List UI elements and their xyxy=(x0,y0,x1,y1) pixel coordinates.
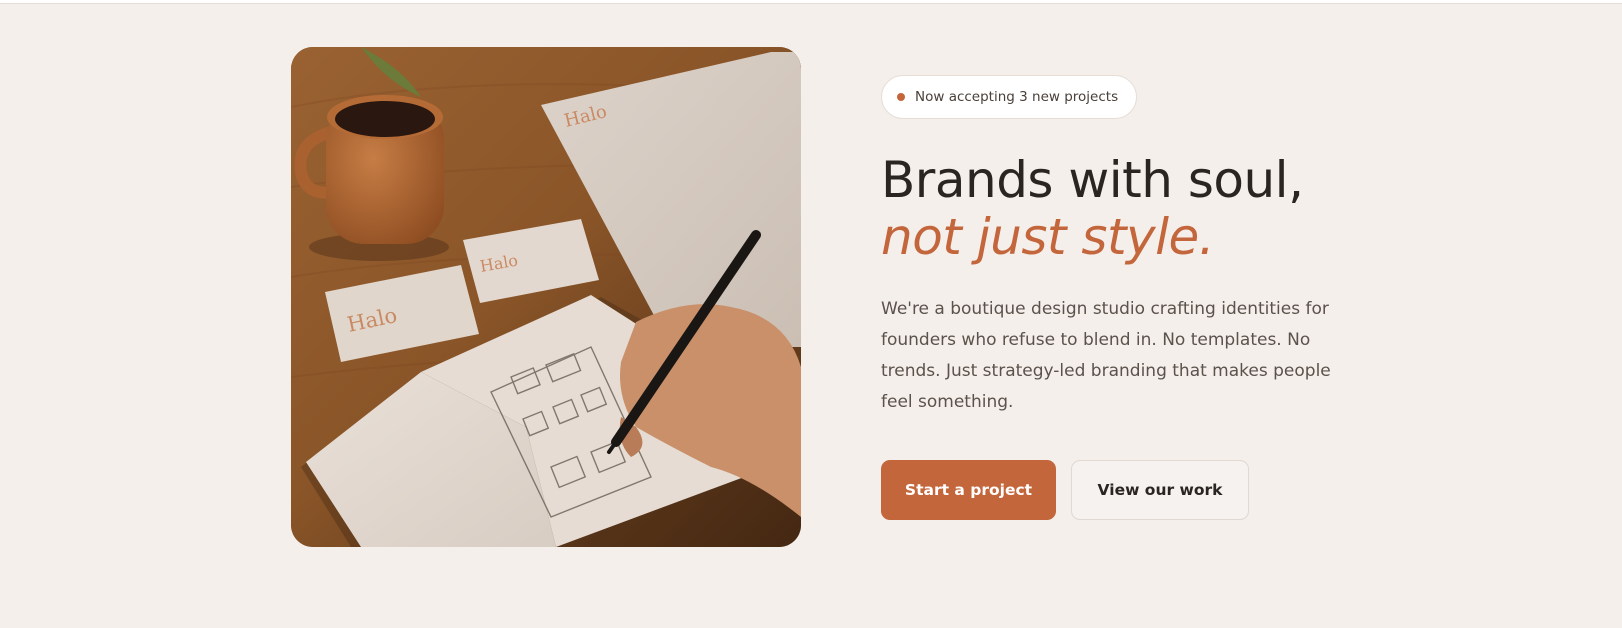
hero-title-line1: Brands with soul, xyxy=(881,151,1304,209)
hero-title: Brands with soul, not just style. xyxy=(881,152,1401,266)
availability-badge: Now accepting 3 new projects xyxy=(881,75,1138,119)
hero-actions: Start a project View our work xyxy=(881,460,1401,520)
status-dot-icon xyxy=(897,93,905,101)
hero-title-line2: not just style. xyxy=(881,208,1215,266)
hero-description: We're a boutique design studio crafting … xyxy=(881,299,1331,412)
top-divider xyxy=(0,0,1622,4)
hero-image: Halo Halo Halo xyxy=(291,47,801,547)
view-work-button[interactable]: View our work xyxy=(1071,460,1249,520)
availability-badge-label: Now accepting 3 new projects xyxy=(915,89,1119,105)
start-project-button[interactable]: Start a project xyxy=(881,460,1056,520)
hero-content: Now accepting 3 new projects Brands with… xyxy=(881,75,1401,520)
